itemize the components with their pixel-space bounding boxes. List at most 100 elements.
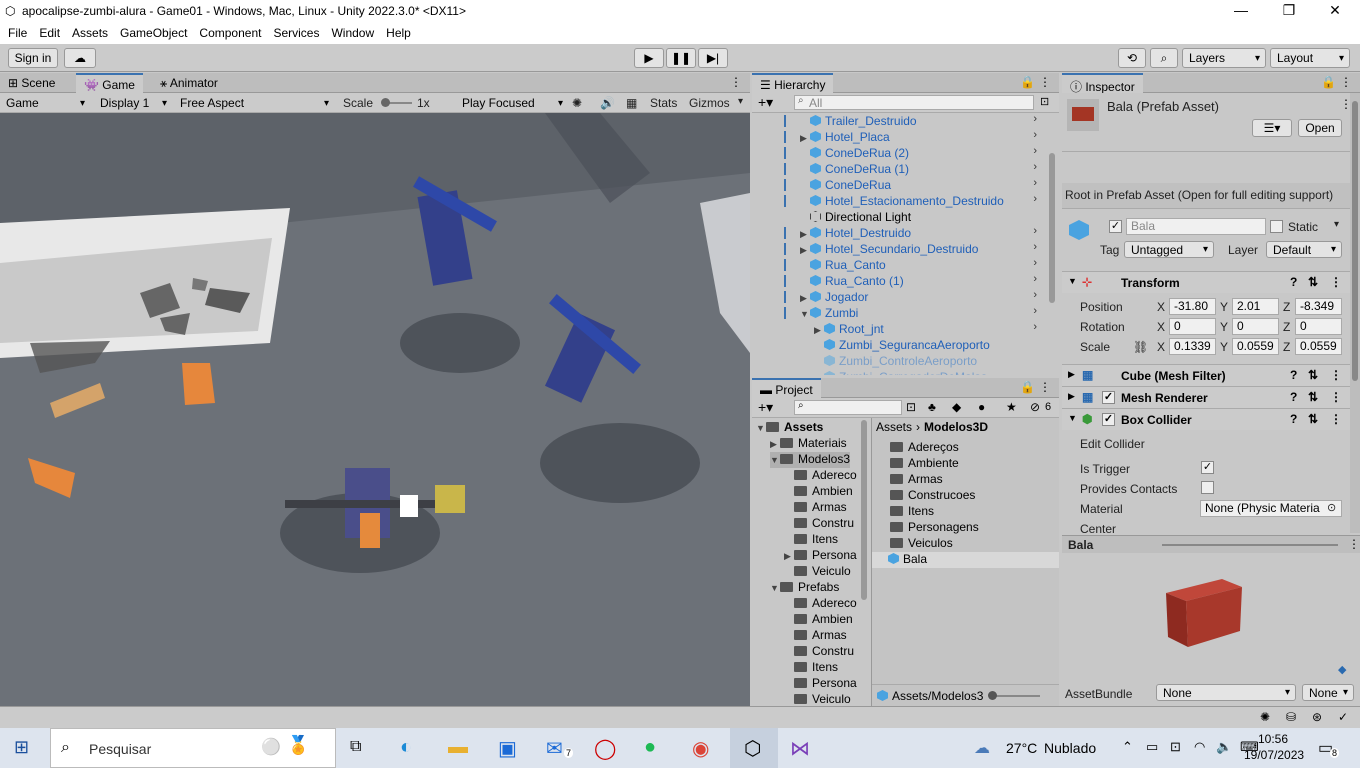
menu-help[interactable]: Help xyxy=(386,26,411,40)
menu-component[interactable]: Component xyxy=(199,26,261,40)
bug-icon[interactable]: ✺ xyxy=(572,96,582,110)
chevron-down-icon[interactable]: ▾ xyxy=(738,96,743,107)
hierarchy-item[interactable]: Trailer_Destruido › xyxy=(752,113,1047,129)
history-icon[interactable]: ⟲ xyxy=(1118,48,1146,68)
hierarchy-item[interactable]: ConeDeRua (2) › xyxy=(752,145,1047,161)
open-prefab-chevron-icon[interactable]: › xyxy=(1033,241,1037,253)
link-icon[interactable]: ⛓ xyxy=(1133,340,1148,354)
project-tree-item[interactable]: ▶ Persona xyxy=(784,548,857,564)
maximize-button[interactable]: ❐ xyxy=(1266,2,1312,19)
menu-window[interactable]: Window xyxy=(331,26,374,40)
open-prefab-chevron-icon[interactable]: › xyxy=(1033,129,1037,141)
panel-menu-icon[interactable]: ⋮ xyxy=(1340,75,1352,89)
tag-dropdown[interactable]: Untagged xyxy=(1124,241,1214,258)
open-prefab-chevron-icon[interactable]: › xyxy=(1033,321,1037,333)
opera-icon[interactable]: ◯ xyxy=(594,736,616,761)
expand-icon[interactable]: ▼ xyxy=(1068,276,1077,286)
clock-date[interactable]: 19/07/2023 xyxy=(1244,748,1304,762)
project-file-item[interactable]: Adereços xyxy=(872,440,1059,456)
open-prefab-chevron-icon[interactable]: › xyxy=(1033,225,1037,237)
debug-icon[interactable]: ✺ xyxy=(1260,710,1270,724)
preset-icon[interactable]: ⇅ xyxy=(1308,275,1318,289)
hierarchy-item[interactable]: Zumbi_ControleAeroporto xyxy=(752,353,1047,369)
store-icon[interactable]: ▣ xyxy=(498,736,517,761)
mail-icon[interactable]: ✉ xyxy=(546,736,563,761)
expand-icon[interactable]: ▼ xyxy=(1068,413,1077,423)
provides-contacts-checkbox[interactable] xyxy=(1201,481,1214,494)
inspector-scrollbar[interactable] xyxy=(1350,93,1360,533)
project-tree-item[interactable]: Constru xyxy=(784,644,854,660)
mesh-renderer-checkbox[interactable]: ✓ xyxy=(1102,391,1115,404)
object-picker-icon[interactable]: ⊙ xyxy=(1327,501,1336,514)
expand-arrow-icon[interactable]: ▶ xyxy=(800,229,810,240)
position-z-field[interactable]: -8.349 xyxy=(1295,298,1342,315)
box-collider-header[interactable]: ▼ ⬢ ✓ Box Collider ? ⇅ ⋮ xyxy=(1062,408,1350,430)
hierarchy-item[interactable]: Directional Light xyxy=(752,209,1047,225)
is-trigger-checkbox[interactable]: ✓ xyxy=(1201,461,1214,474)
volume-icon[interactable]: 🔈 xyxy=(1216,739,1232,755)
preview-header[interactable]: Bala ⋮ xyxy=(1062,535,1360,553)
chrome-icon[interactable]: ◉ xyxy=(692,736,709,761)
rotation-z-field[interactable]: 0 xyxy=(1295,318,1342,335)
expand-arrow-icon[interactable]: ▶ xyxy=(800,133,810,144)
project-tree-item[interactable]: Ambien xyxy=(784,484,853,500)
audio-icon[interactable]: 🔊 xyxy=(600,96,615,110)
expand-arrow-icon[interactable]: ▼ xyxy=(770,455,780,465)
project-file-item[interactable]: Personagens xyxy=(872,520,1059,536)
panel-menu-icon[interactable]: ⋮ xyxy=(1039,380,1051,394)
hidden-packages-icon[interactable]: ⊘ xyxy=(1030,400,1040,414)
position-x-field[interactable]: -31.80 xyxy=(1169,298,1216,315)
cloud-icon[interactable]: ☁ xyxy=(64,48,96,68)
device-icon[interactable]: ▭ xyxy=(1146,739,1158,755)
project-tree-item[interactable]: Persona xyxy=(784,676,857,692)
hierarchy-item[interactable]: Rua_Canto › xyxy=(752,257,1047,273)
layers-dropdown[interactable]: Layers xyxy=(1182,48,1266,68)
project-tree-item[interactable]: Itens xyxy=(784,660,838,676)
expand-arrow-icon[interactable]: ▶ xyxy=(800,293,810,304)
project-search-input[interactable] xyxy=(794,400,902,415)
material-field[interactable]: None (Physic Materia xyxy=(1200,500,1342,517)
open-prefab-chevron-icon[interactable]: › xyxy=(1033,193,1037,205)
open-prefab-chevron-icon[interactable]: › xyxy=(1033,177,1037,189)
project-tree-item[interactable]: Adereco xyxy=(784,596,857,612)
task-view-icon[interactable]: ⧉ xyxy=(350,738,361,756)
hierarchy-item[interactable]: ConeDeRua (1) › xyxy=(752,161,1047,177)
wifi-icon[interactable]: ◠ xyxy=(1194,739,1205,755)
project-tree-item[interactable]: Constru xyxy=(784,516,854,532)
edge-icon[interactable]: ◐ xyxy=(400,736,412,759)
info-icon[interactable]: ● xyxy=(978,400,985,414)
tab-project[interactable]: ▬ Project xyxy=(752,378,821,398)
hierarchy-item[interactable]: ▶ Root_jnt › xyxy=(752,321,1047,337)
hierarchy-item[interactable]: ▼ Zumbi › xyxy=(752,305,1047,321)
breadcrumb-modelos3d[interactable]: Modelos3D xyxy=(924,420,988,434)
hierarchy-item[interactable]: ConeDeRua › xyxy=(752,177,1047,193)
game-mode-dropdown[interactable]: Game xyxy=(0,93,90,113)
hierarchy-item[interactable]: Hotel_Estacionamento_Destruido › xyxy=(752,193,1047,209)
layer-dropdown[interactable]: Default xyxy=(1266,241,1342,258)
expand-icon[interactable]: ▶ xyxy=(1068,391,1075,402)
project-tree-item[interactable]: Adereco xyxy=(784,468,857,484)
expand-arrow-icon[interactable]: ▼ xyxy=(756,423,766,433)
network-icon[interactable]: ⊡ xyxy=(1170,739,1181,755)
hierarchy-item[interactable]: ▶ Hotel_Secundario_Destruido › xyxy=(752,241,1047,257)
scale-x-field[interactable]: 0.1339 xyxy=(1169,338,1216,355)
project-tree-item[interactable]: Veiculo xyxy=(784,692,851,706)
minimize-button[interactable]: — xyxy=(1218,2,1264,18)
rotation-y-field[interactable]: 0 xyxy=(1232,318,1279,335)
add-icon[interactable]: +▾ xyxy=(758,94,773,111)
hierarchy-scrollbar[interactable] xyxy=(1049,153,1055,303)
project-tree-item[interactable]: ▼ Modelos3 xyxy=(770,452,851,468)
help-icon[interactable]: ? xyxy=(1290,390,1297,404)
box-collider-checkbox[interactable]: ✓ xyxy=(1102,413,1115,426)
position-y-field[interactable]: 2.01 xyxy=(1232,298,1279,315)
lock-icon[interactable]: 🔒 xyxy=(1321,75,1336,89)
project-tree-item[interactable]: Ambien xyxy=(784,612,853,628)
expand-arrow-icon[interactable]: ▼ xyxy=(770,583,780,593)
play-icon[interactable]: ▶ xyxy=(634,48,664,68)
cache-icon[interactable]: ⛁ xyxy=(1286,710,1296,724)
edit-collider-label[interactable]: Edit Collider xyxy=(1080,437,1145,451)
search-icon[interactable]: ⌕ xyxy=(1150,48,1178,68)
clock-time[interactable]: 10:56 xyxy=(1258,732,1288,746)
search-mode-icon[interactable]: ⊡ xyxy=(906,400,916,414)
display-dropdown[interactable]: Display 1 xyxy=(94,93,172,113)
